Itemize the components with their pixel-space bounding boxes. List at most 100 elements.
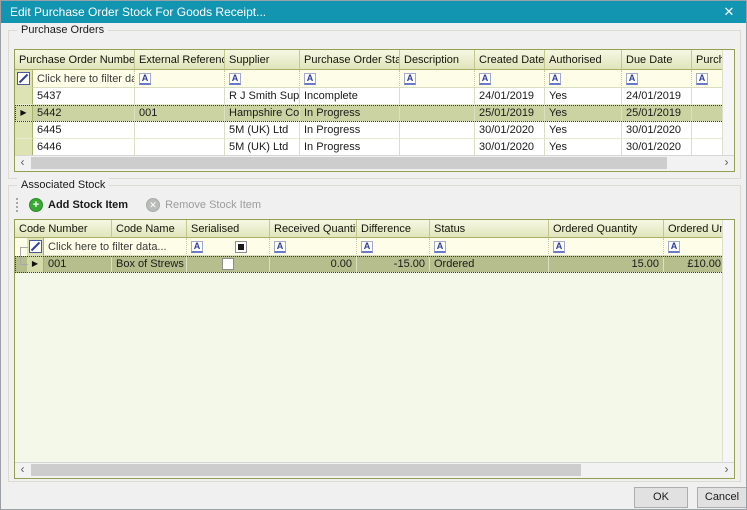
filter-input-ordered-unit-price[interactable]: A <box>664 238 725 256</box>
cell-created-date[interactable]: 24/01/2019 <box>475 88 545 105</box>
cancel-button[interactable]: Cancel <box>697 487 747 508</box>
cell-authorised[interactable]: Yes <box>545 139 622 156</box>
column-header-serialised[interactable]: Serialised <box>187 220 270 238</box>
column-header-due-date[interactable]: Due Date <box>622 50 692 70</box>
column-header-purchase-c[interactable]: Purchase C <box>692 50 725 70</box>
column-header-ordered-unit-price[interactable]: Ordered Unit Price <box>664 220 725 238</box>
cell-external-reference[interactable] <box>135 122 225 139</box>
filter-input-authorised[interactable]: A <box>545 70 622 88</box>
filter-condition-icon[interactable]: A <box>191 241 203 253</box>
cell-created-date[interactable]: 30/01/2020 <box>475 122 545 139</box>
cell-authorised[interactable]: Yes <box>545 88 622 105</box>
filter-condition-icon[interactable]: A <box>304 73 316 85</box>
cell-status[interactable]: Ordered <box>430 256 549 273</box>
scrollbar-thumb[interactable] <box>31 464 581 476</box>
cell-supplier[interactable]: 5M (UK) Ltd <box>225 139 300 156</box>
column-header-purchase-order-status[interactable]: Purchase Order Status <box>300 50 400 70</box>
cell-authorised[interactable]: Yes <box>545 105 622 122</box>
cell-authorised[interactable]: Yes <box>545 122 622 139</box>
purchase-order-row-selected[interactable]: ▶ 5442 001 Hampshire Count In Progress 2… <box>15 105 734 122</box>
cell-ordered-unit-price[interactable]: £10.00 <box>664 256 725 273</box>
filter-condition-icon[interactable]: A <box>434 241 446 253</box>
filter-condition-icon[interactable]: A <box>229 73 241 85</box>
cell-due-date[interactable]: 24/01/2019 <box>622 88 692 105</box>
filter-condition-icon[interactable]: A <box>274 241 286 253</box>
vertical-scrollbar[interactable] <box>722 220 734 463</box>
filter-edit-icon[interactable] <box>27 238 44 256</box>
column-header-code-name[interactable]: Code Name <box>112 220 187 238</box>
filter-input-received-quantity[interactable]: A <box>270 238 357 256</box>
filter-input-difference[interactable]: A <box>357 238 430 256</box>
cell-due-date[interactable]: 25/01/2019 <box>622 105 692 122</box>
cell-purchase-c[interactable] <box>692 122 725 139</box>
scroll-right-icon[interactable]: › <box>719 463 734 477</box>
cell-po-number[interactable]: 5437 <box>33 88 135 105</box>
cell-serialised[interactable] <box>187 256 270 273</box>
add-stock-item-button[interactable]: + Add Stock Item <box>29 198 128 212</box>
cell-supplier[interactable]: 5M (UK) Ltd <box>225 122 300 139</box>
filter-input-supplier[interactable]: A <box>225 70 300 88</box>
cell-received-quantity[interactable]: 0.00 <box>270 256 357 273</box>
close-icon[interactable]: ✕ <box>712 1 746 23</box>
filter-condition-icon[interactable]: A <box>549 73 561 85</box>
column-header-created-date[interactable]: Created Date <box>475 50 545 70</box>
scrollbar-thumb[interactable] <box>31 157 667 169</box>
filter-condition-icon[interactable]: A <box>361 241 373 253</box>
column-header-authorised[interactable]: Authorised <box>545 50 622 70</box>
cell-purchase-c[interactable] <box>692 88 725 105</box>
purchase-order-row[interactable]: 6446 5M (UK) Ltd In Progress 30/01/2020 … <box>15 139 734 156</box>
column-header-code-number[interactable]: Code Number <box>15 220 112 238</box>
toolbar-drag-handle[interactable] <box>16 198 21 212</box>
filter-input-status[interactable]: A <box>430 238 549 256</box>
cell-po-number[interactable]: 6445 <box>33 122 135 139</box>
cell-status[interactable]: In Progress <box>300 122 400 139</box>
filter-input-description[interactable]: A <box>400 70 475 88</box>
column-header-external-reference[interactable]: External Reference <box>135 50 225 70</box>
horizontal-scrollbar[interactable]: ‹ › <box>15 155 734 171</box>
purchase-order-row[interactable]: 6445 5M (UK) Ltd In Progress 30/01/2020 … <box>15 122 734 139</box>
column-header-difference[interactable]: Difference <box>357 220 430 238</box>
ok-button[interactable]: OK <box>634 487 688 508</box>
filter-condition-icon[interactable]: A <box>139 73 151 85</box>
filter-input-external-reference[interactable]: A <box>135 70 225 88</box>
cell-status[interactable]: In Progress <box>300 105 400 122</box>
cell-supplier[interactable]: R J Smith Supplie <box>225 88 300 105</box>
cell-po-number[interactable]: 5442 <box>33 105 135 122</box>
scroll-left-icon[interactable]: ‹ <box>15 463 30 477</box>
cell-code-name[interactable]: Box of Strews <box>112 256 187 273</box>
filter-input-ordered-quantity[interactable]: A <box>549 238 664 256</box>
cell-created-date[interactable]: 25/01/2019 <box>475 105 545 122</box>
purchase-order-row[interactable]: 5437 R J Smith Supplie Incomplete 24/01/… <box>15 88 734 105</box>
filter-input-code[interactable]: Click here to filter data... <box>44 238 187 256</box>
cell-external-reference[interactable] <box>135 139 225 156</box>
filter-input-purchase-order-status[interactable]: A <box>300 70 400 88</box>
column-header-status[interactable]: Status <box>430 220 549 238</box>
cell-difference[interactable]: -15.00 <box>357 256 430 273</box>
cell-external-reference[interactable]: 001 <box>135 105 225 122</box>
filter-input-created-date[interactable]: A <box>475 70 545 88</box>
scroll-right-icon[interactable]: › <box>719 156 734 170</box>
cell-purchase-c[interactable] <box>692 105 725 122</box>
cell-purchase-c[interactable] <box>692 139 725 156</box>
filter-input-purchase-c[interactable]: A <box>692 70 725 88</box>
column-header-purchase-order-number[interactable]: Purchase Order Number <box>15 50 135 70</box>
vertical-scrollbar[interactable] <box>722 50 734 156</box>
serialised-checkbox[interactable] <box>222 258 234 270</box>
column-header-supplier[interactable]: Supplier <box>225 50 300 70</box>
stock-item-row-selected[interactable]: ▶ 001 Box of Strews 0.00 -15.00 Ordered … <box>15 256 734 273</box>
scroll-left-icon[interactable]: ‹ <box>15 156 30 170</box>
filter-input-purchase-order-number[interactable]: Click here to filter data... <box>33 70 135 88</box>
cell-po-number[interactable]: 6446 <box>33 139 135 156</box>
cell-supplier[interactable]: Hampshire Count <box>225 105 300 122</box>
cell-ordered-quantity[interactable]: 15.00 <box>549 256 664 273</box>
filter-condition-icon[interactable]: A <box>404 73 416 85</box>
cell-external-reference[interactable] <box>135 88 225 105</box>
column-header-received-quantity[interactable]: Received Quantity <box>270 220 357 238</box>
filter-condition-icon[interactable]: A <box>626 73 638 85</box>
filter-condition-icon[interactable]: A <box>479 73 491 85</box>
cell-description[interactable] <box>400 88 475 105</box>
filter-condition-icon[interactable]: A <box>553 241 565 253</box>
cell-status[interactable]: In Progress <box>300 139 400 156</box>
horizontal-scrollbar[interactable]: ‹ › <box>15 462 734 478</box>
remove-stock-item-button[interactable]: ✕ Remove Stock Item <box>146 198 261 212</box>
